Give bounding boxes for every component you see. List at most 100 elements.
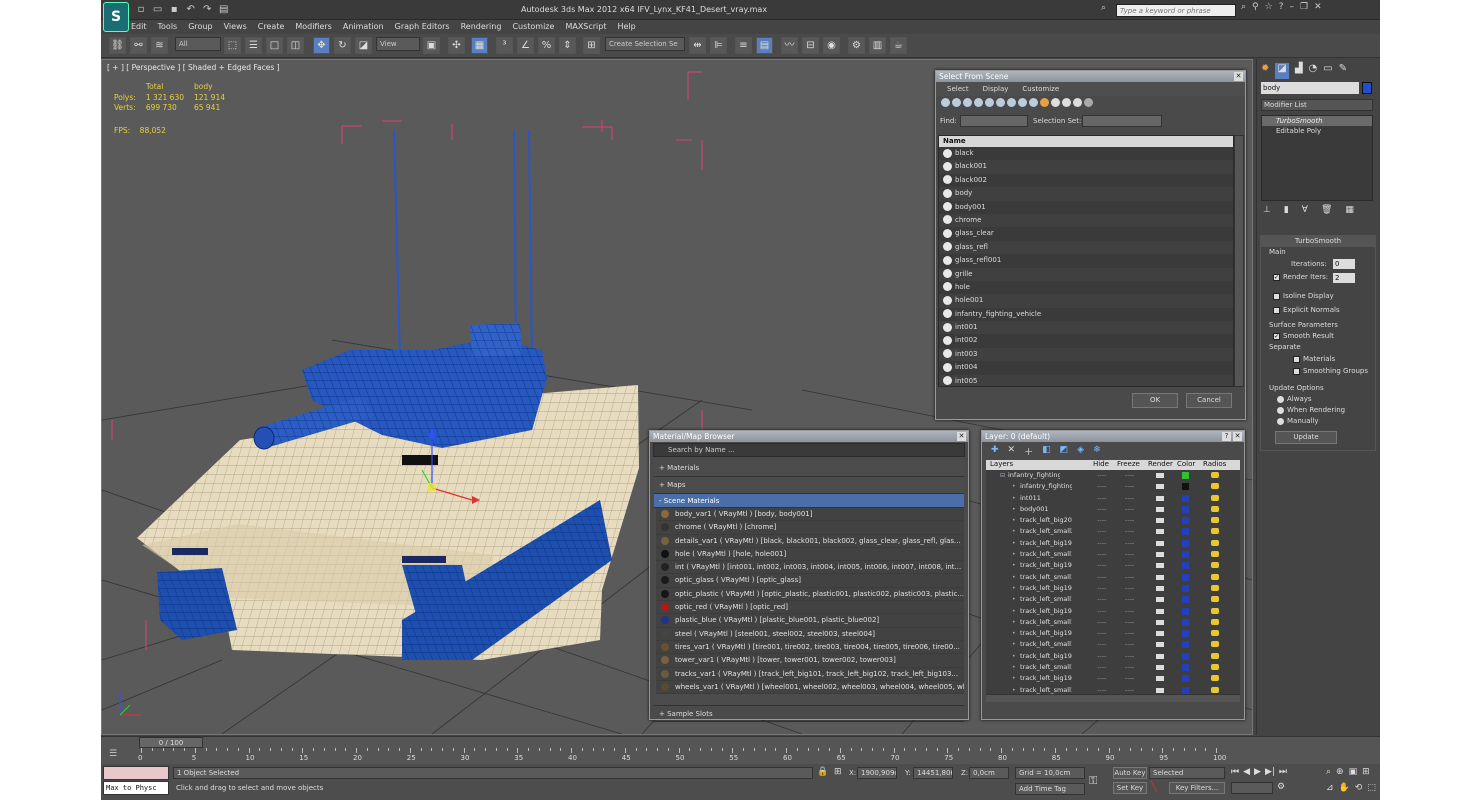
layer-color-swatch[interactable]: [1182, 551, 1189, 559]
close-window-icon[interactable]: ✕: [1314, 2, 1322, 12]
freeze-toggle[interactable]: ----: [1125, 526, 1134, 537]
scene-list-item[interactable]: int001: [939, 321, 1233, 335]
hide-toggle[interactable]: ----: [1097, 628, 1106, 639]
render-setup-icon[interactable]: ⚙: [848, 37, 865, 54]
freeze-toggle[interactable]: ----: [1125, 538, 1134, 549]
maps-category[interactable]: + Maps: [654, 477, 964, 494]
menu-edit[interactable]: Edit: [131, 20, 147, 33]
freeze-toggle[interactable]: ----: [1125, 617, 1134, 628]
turbosmooth-rollout-title[interactable]: TurboSmooth: [1261, 236, 1375, 247]
cancel-button[interactable]: Cancel: [1186, 393, 1232, 408]
time-slider[interactable]: 0 / 100: [139, 737, 203, 748]
mini-curve-editor-icon[interactable]: ☰: [109, 749, 117, 759]
add-time-tag[interactable]: Add Time Tag: [1015, 783, 1085, 795]
display-helpers-icon[interactable]: [985, 98, 994, 107]
render-column-header[interactable]: Render: [1148, 460, 1173, 468]
radiosity-icon[interactable]: [1211, 562, 1219, 569]
display-geometry-icon[interactable]: [941, 98, 950, 107]
radiosity-icon[interactable]: [1211, 630, 1219, 637]
scene-list-item[interactable]: body001: [939, 200, 1233, 214]
render-teapot-icon[interactable]: [1156, 608, 1164, 614]
pin-stack-icon[interactable]: ⊥: [1263, 205, 1271, 215]
go-to-end-icon[interactable]: ⏭: [1279, 767, 1287, 777]
project-folder-icon[interactable]: ▤: [218, 4, 230, 16]
zoom-extents-all-icon[interactable]: ⊞: [1362, 767, 1370, 777]
layer-row[interactable]: • track_left_big19 ---- ----: [986, 651, 1240, 662]
pivot-center-icon[interactable]: ▣: [423, 37, 440, 54]
layer-row[interactable]: • track_left_small1 ---- ----: [986, 685, 1240, 694]
orbit-icon[interactable]: ⟲: [1355, 783, 1363, 793]
key-selection-dropdown[interactable]: Selected: [1149, 767, 1225, 779]
filter-icon[interactable]: [1084, 98, 1093, 107]
radiosity-icon[interactable]: [1211, 505, 1219, 512]
play-icon[interactable]: ▶: [1254, 767, 1261, 777]
radiosity-icon[interactable]: [1211, 517, 1219, 524]
sample-slots-category[interactable]: + Sample Slots: [654, 705, 964, 722]
layer-color-swatch[interactable]: [1182, 630, 1189, 638]
new-file-icon[interactable]: ▫: [135, 4, 147, 16]
radiosity-icon[interactable]: [1211, 494, 1219, 501]
display-xrefs-icon[interactable]: [1018, 98, 1027, 107]
minimize-icon[interactable]: –: [1290, 2, 1295, 12]
layer-row[interactable]: • track_left_big20 ---- ----: [986, 515, 1240, 526]
hide-toggle[interactable]: ----: [1097, 651, 1106, 662]
explicit-normals-checkbox[interactable]: [1273, 306, 1280, 314]
hide-toggle[interactable]: ----: [1097, 504, 1106, 515]
manually-radio[interactable]: [1277, 417, 1284, 425]
display-groups-icon[interactable]: [1007, 98, 1016, 107]
render-teapot-icon[interactable]: [1156, 597, 1164, 603]
layer-row[interactable]: • track_left_small1 ---- ----: [986, 549, 1240, 560]
menu-maxscript[interactable]: MAXScript: [565, 20, 606, 33]
layer-color-swatch[interactable]: [1182, 607, 1189, 615]
stack-editable-poly[interactable]: Editable Poly: [1262, 126, 1372, 136]
radiosity-icon[interactable]: [1211, 664, 1219, 671]
menu-graph-editors[interactable]: Graph Editors: [395, 20, 450, 33]
hide-toggle[interactable]: ----: [1097, 639, 1106, 650]
layer-color-swatch[interactable]: [1182, 517, 1189, 525]
layer-row[interactable]: • track_left_big19 ---- ----: [986, 560, 1240, 571]
layer-color-swatch[interactable]: [1182, 652, 1189, 660]
maxscript-listener-input[interactable]: Max to Physc: [103, 781, 169, 795]
scene-material-item[interactable]: chrome ( VRayMtl ) [chrome]: [656, 521, 964, 535]
radiosity-icon[interactable]: [1211, 551, 1219, 558]
radiosity-icon[interactable]: [1211, 573, 1219, 580]
selection-set-dropdown[interactable]: [1082, 115, 1162, 127]
hide-toggle[interactable]: ----: [1097, 583, 1106, 594]
freeze-toggle[interactable]: ----: [1125, 481, 1134, 492]
scene-material-item[interactable]: tires_var1 ( VRayMtl ) [tire001, tire002…: [656, 640, 964, 655]
render-teapot-icon[interactable]: [1156, 495, 1164, 501]
scene-material-item[interactable]: details_var1 ( VRayMtl ) [black, black00…: [656, 534, 964, 548]
scene-list-item[interactable]: black002: [939, 173, 1233, 188]
render-teapot-icon[interactable]: [1156, 518, 1164, 524]
layers-column-header[interactable]: Layers: [990, 460, 1013, 468]
display-shapes-icon[interactable]: [952, 98, 961, 107]
render-teapot-icon[interactable]: [1156, 540, 1164, 546]
material-search-input[interactable]: Search by Name ...: [653, 443, 965, 457]
layer-horizontal-scrollbar[interactable]: [986, 694, 1240, 702]
hide-toggle[interactable]: ----: [1097, 549, 1106, 560]
delete-layer-icon[interactable]: ✕: [1008, 445, 1016, 460]
layer-row[interactable]: • track_left_big19 ---- ----: [986, 538, 1240, 549]
select-move-icon[interactable]: ✥: [313, 37, 330, 54]
help-icon[interactable]: ?: [1222, 432, 1231, 441]
manipulate-icon[interactable]: ✣: [448, 37, 465, 54]
create-layer-icon[interactable]: ✚: [991, 445, 999, 460]
scene-material-item[interactable]: plastic_blue ( VRayMtl ) [plastic_blue00…: [656, 614, 964, 628]
next-frame-icon[interactable]: ▶|: [1265, 767, 1275, 777]
render-teapot-icon[interactable]: [1156, 676, 1164, 682]
modifier-stack[interactable]: TurboSmooth Editable Poly: [1261, 115, 1373, 201]
layer-row[interactable]: • track_left_small1 ---- ----: [986, 617, 1240, 628]
align-icon[interactable]: ⊫: [710, 37, 727, 54]
keyword-search-input[interactable]: Type a keyword or phrase: [1116, 4, 1236, 17]
radiosity-icon[interactable]: [1211, 607, 1219, 614]
scene-material-item[interactable]: body_var1 ( VRayMtl ) [body, body001]: [656, 508, 964, 522]
hide-toggle[interactable]: ----: [1097, 685, 1106, 694]
layer-color-swatch[interactable]: [1182, 573, 1189, 581]
render-teapot-icon[interactable]: [1156, 653, 1164, 659]
scene-list-item[interactable]: int005: [939, 374, 1233, 386]
display-tab-icon[interactable]: ▭: [1323, 63, 1332, 79]
percent-snap-icon[interactable]: %: [538, 37, 555, 54]
radiosity-icon[interactable]: [1211, 483, 1219, 490]
freeze-toggle[interactable]: ----: [1125, 470, 1134, 481]
render-iters-spinner[interactable]: 2: [1333, 273, 1355, 283]
